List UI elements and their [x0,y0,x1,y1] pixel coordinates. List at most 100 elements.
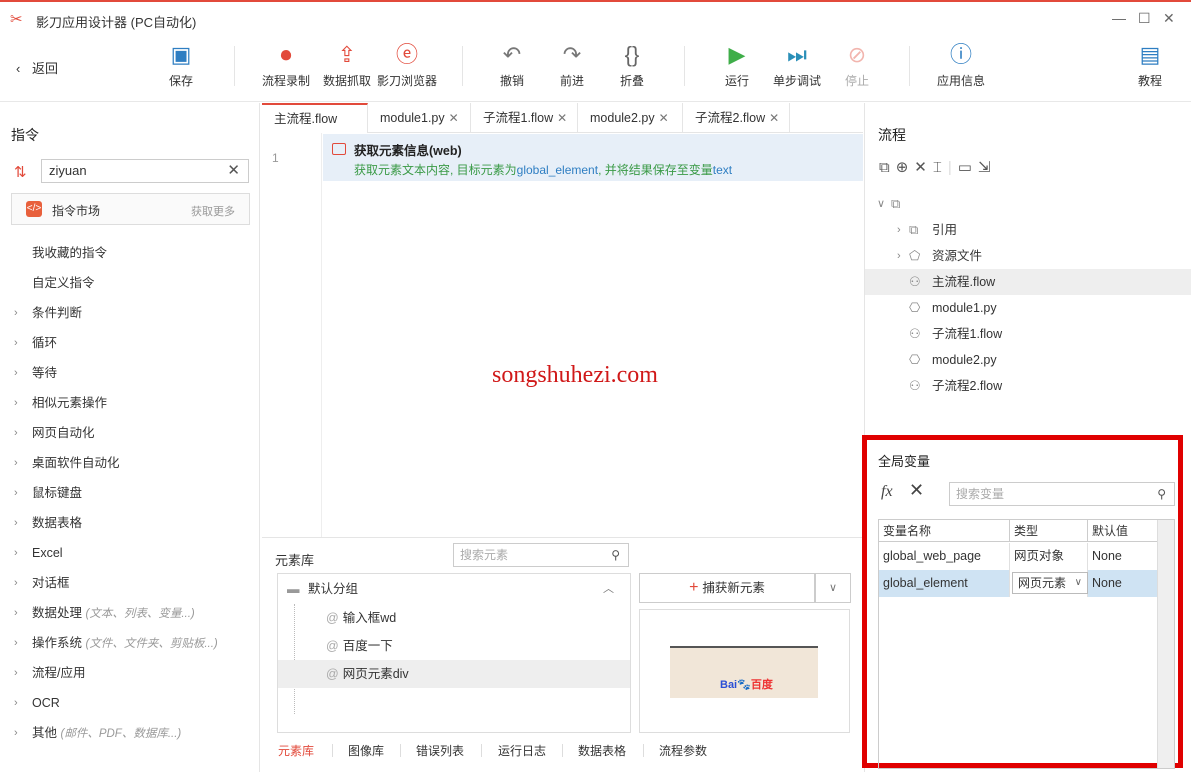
import-icon[interactable]: ⇲ [978,159,997,176]
command-item[interactable]: › OCR [0,688,259,718]
command-item[interactable]: › 等待 [0,358,259,388]
chevron-right-icon: › [14,397,18,409]
command-item[interactable]: › 条件判断 [0,298,259,328]
command-item-favorites[interactable]: 我收藏的指令 [0,238,259,268]
back-button[interactable]: ‹ 返回 [16,58,58,77]
tab-main-flow[interactable]: 主流程.flow [262,103,368,133]
tree-item-subflow1[interactable]: ⚇ 子流程1.flow [865,321,1191,347]
layers-icon: ⧉ [891,196,901,211]
variable-type-select[interactable]: 网页元素 ∨ [1012,572,1088,594]
tree-item-module1[interactable]: ⎔ module1.py [865,295,1191,321]
command-item[interactable]: › 相似元素操作 [0,388,259,418]
add-variable-icon[interactable]: fx [881,483,893,501]
record-button[interactable]: ⏺ 流程录制 [251,42,321,89]
fold-icon: {} [624,42,640,67]
command-market-button[interactable]: </> 指令市场 获取更多 [11,193,250,225]
command-item[interactable]: › 桌面软件自动化 [0,448,259,478]
tab-flow-params[interactable]: 流程参数 [659,742,707,759]
tutorial-button[interactable]: ▤ 教程 [1115,42,1185,89]
tree-root[interactable]: ∨ ⧉ [865,191,1191,217]
command-item[interactable]: › Excel [0,538,259,568]
fold-button[interactable]: {} 折叠 [597,42,667,89]
tab-module2[interactable]: module2.py ✕ [578,103,683,133]
tree-item-main-flow[interactable]: ⚇ 主流程.flow [865,269,1191,295]
web-icon: @ [326,667,339,681]
tree-item-reference[interactable]: › ⧉ 引用 [865,217,1191,243]
variable-default-cell[interactable]: None [1088,570,1158,597]
tab-data-table[interactable]: 数据表格 [578,742,626,759]
command-item[interactable]: › 鼠标键盘 [0,478,259,508]
flow-tree: ∨ ⧉ › ⧉ 引用 › ⬠ 资源文件 ⚇ 主流程.flow ⎔ module1… [865,191,1191,399]
tab-error-list[interactable]: 错误列表 [416,742,464,759]
flow-editor[interactable]: 1 获取元素信息(web) 获取元素文本内容, 目标元素为global_elem… [262,133,863,537]
close-tab-icon[interactable]: ✕ [449,111,459,125]
tab-element-lib[interactable]: 元素库 [278,742,314,759]
chevron-down-icon: ∨ [1074,577,1082,588]
close-tab-icon[interactable]: ✕ [557,111,567,125]
variable-search-input[interactable]: 搜索变量 ⚲ [949,482,1175,506]
close-tab-icon[interactable]: ✕ [769,111,779,125]
tree-item-subflow2[interactable]: ⚇ 子流程2.flow [865,373,1191,399]
command-item-custom[interactable]: 自定义指令 [0,268,259,298]
browser-button[interactable]: ⓔ 影刀浏览器 [372,42,442,89]
delete-icon[interactable]: ✕ [914,159,933,176]
command-item[interactable]: › 循环 [0,328,259,358]
tab-image-lib[interactable]: 图像库 [348,742,384,759]
variable-type-cell[interactable]: 网页对象 [1010,543,1088,570]
command-item[interactable]: › 对话框 [0,568,259,598]
close-tab-icon[interactable]: ✕ [659,111,669,125]
command-item[interactable]: › 数据处理 (文本、列表、变量...) [0,598,259,628]
command-item[interactable]: › 其他 (邮件、PDF、数据库...) [0,718,259,748]
chevron-up-icon[interactable]: ︿ [603,574,614,604]
chevron-right-icon: › [14,307,18,319]
tree-item-module2[interactable]: ⎔ module2.py [865,347,1191,373]
app-logo-icon: ✂ [10,11,23,28]
scrollbar[interactable] [1157,520,1174,768]
tree-item-resources[interactable]: › ⬠ 资源文件 [865,243,1191,269]
get-more-link[interactable]: 获取更多 [191,203,235,219]
close-window-icon[interactable]: ✕ [1163,10,1175,27]
capture-dropdown-button[interactable]: ∨ [815,573,851,603]
command-item[interactable]: › 数据表格 [0,508,259,538]
layers-icon[interactable]: ⧉ [879,159,896,176]
folder-icon: ▬ [287,582,300,596]
delete-variable-icon[interactable]: ✕ [909,480,924,501]
save-button[interactable]: ▣ 保存 [146,42,216,89]
tab-run-log[interactable]: 运行日志 [498,742,546,759]
variable-default-cell[interactable]: None [1088,543,1158,570]
rename-icon[interactable]: ⌶ [933,159,948,176]
command-item[interactable]: › 网页自动化 [0,418,259,448]
stop-button[interactable]: ⊘ 停止 [822,42,892,89]
clear-search-icon[interactable]: ✕ [227,160,240,182]
element-item[interactable]: @ 输入框wd [278,604,630,632]
sort-icon[interactable]: ⇅ [14,163,27,181]
element-search-input[interactable]: 搜索元素 ⚲ [453,543,629,567]
chevron-right-icon: › [14,337,18,349]
element-item[interactable]: @ 百度一下 [278,632,630,660]
maximize-icon[interactable]: ☐ [1138,10,1151,27]
reference-icon: ⧉ [909,222,919,237]
folder-icon[interactable]: ▭ [958,159,978,176]
tab-subflow1[interactable]: 子流程1.flow ✕ [471,103,578,133]
tab-module1[interactable]: module1.py ✕ [368,103,471,133]
flow-step[interactable]: 获取元素信息(web) 获取元素文本内容, 目标元素为global_elemen… [323,134,863,181]
chevron-right-icon: › [14,487,18,499]
chevron-right-icon: › [14,547,18,559]
preview-logo: Bai🐾百度 [720,679,773,691]
command-item[interactable]: › 流程/应用 [0,658,259,688]
tab-subflow2[interactable]: 子流程2.flow ✕ [683,103,790,133]
title-bar: ✂ 影刀应用设计器 (PC自动化) — ☐ ✕ [0,0,1191,36]
variable-name-cell[interactable]: global_web_page [879,543,1010,570]
new-flow-icon[interactable]: ⊕ [896,159,915,176]
capture-element-button[interactable]: + 捕获新元素 [639,573,815,603]
command-search-input[interactable]: ziyuan ✕ [41,159,249,183]
web-icon: @ [326,639,339,653]
info-icon: ⓘ [949,42,972,67]
app-info-button[interactable]: ⓘ 应用信息 [926,42,996,89]
variable-name-cell[interactable]: global_element [879,570,1010,597]
minimize-icon[interactable]: — [1112,10,1126,26]
element-library-title: 元素库 [275,553,315,568]
command-item[interactable]: › 操作系统 (文件、文件夹、剪贴板...) [0,628,259,658]
element-item[interactable]: @ 网页元素div [278,660,630,688]
element-group[interactable]: ▬ 默认分组 ︿ [278,574,630,604]
